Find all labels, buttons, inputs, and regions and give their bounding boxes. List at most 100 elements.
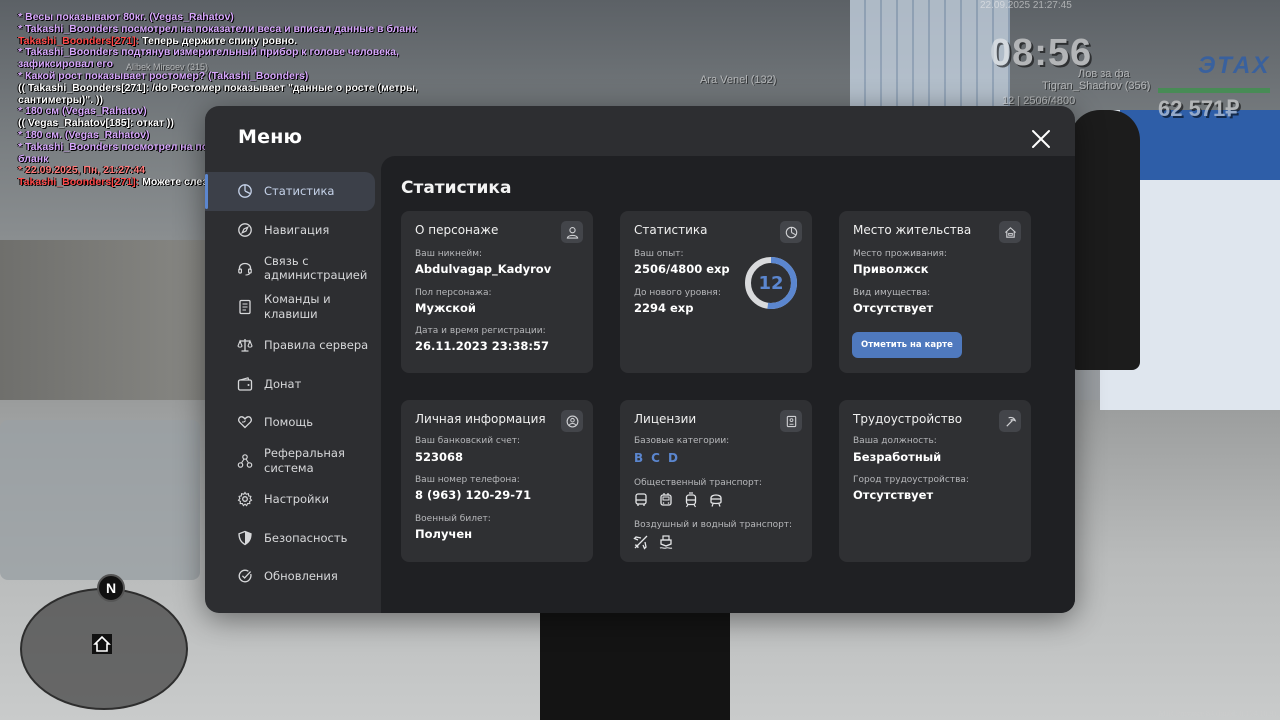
public-transport-icons	[633, 492, 724, 508]
sidebar-item-label: Правила сервера	[264, 338, 369, 352]
menu-title: Меню	[238, 126, 303, 148]
sidebar-item-stats[interactable]: Статистика	[205, 172, 375, 211]
sidebar-item-check-circle[interactable]: Обновления	[205, 557, 381, 596]
network-icon	[237, 453, 253, 469]
card-title: Трудоустройство	[853, 412, 963, 426]
scene-counter	[1100, 110, 1280, 410]
id-card-icon	[780, 410, 802, 432]
sidebar-item-headset[interactable]: Связь с администрацией	[205, 249, 381, 288]
scene-bench	[0, 420, 200, 580]
character-card: О персонаже Ваш никнейм: Abdulvagap_Kady…	[401, 211, 593, 373]
sidebar-item-label: Связь с администрацией	[264, 253, 368, 283]
sidebar-item-label: Обновления	[264, 569, 338, 583]
work-city-value: Отсутствует	[853, 488, 934, 502]
sidebar-item-label: Помощь	[264, 415, 314, 429]
house-icon	[92, 634, 112, 654]
page-title: Статистика	[401, 178, 512, 198]
trolleybus-icon	[658, 492, 674, 508]
sidebar-item-label: Статистика	[264, 184, 335, 198]
employment-card: Трудоустройство Ваша должность: Безработ…	[839, 400, 1031, 562]
card-title: Лицензии	[634, 412, 697, 426]
registration-label: Дата и время регистрации:	[415, 326, 546, 336]
sidebar-item-heart-hand[interactable]: Помощь	[205, 403, 381, 442]
card-title: Статистика	[634, 223, 708, 237]
exp-label: Ваш опыт:	[634, 249, 684, 259]
sidebar-item-network[interactable]: Реферальная система	[205, 442, 381, 481]
registration-value: 26.11.2023 23:38:57	[415, 339, 549, 353]
property-value: Отсутствует	[853, 301, 934, 315]
sidebar-item-label: Навигация	[264, 222, 330, 237]
sidebar-item-document[interactable]: Команды и клавиши	[205, 288, 381, 327]
card-title: О персонаже	[415, 223, 499, 237]
user-icon	[561, 221, 583, 243]
sidebar-item-label: Реферальная система	[264, 446, 345, 475]
check-circle-icon	[237, 568, 253, 584]
card-title: Место жительства	[853, 223, 972, 237]
base-categories-value: BCD	[634, 451, 686, 465]
heart-hand-icon	[237, 414, 253, 430]
sidebar-item-wallet[interactable]: Донат	[205, 365, 381, 404]
health-bar	[1158, 88, 1270, 93]
stats-icon	[237, 183, 253, 199]
personal-info-card: Личная информация Ваш банковский счет: 5…	[401, 400, 593, 562]
nametag: Ara Venel (132)	[700, 74, 777, 86]
gender-value: Мужской	[415, 301, 476, 315]
tram-icon	[683, 492, 699, 508]
scene-player-character	[540, 600, 730, 720]
headset-icon	[237, 260, 253, 276]
military-id-label: Военный билет:	[415, 514, 491, 524]
sidebar-item-label: Настройки	[264, 492, 329, 506]
nametag: Лов за фа	[1078, 68, 1130, 80]
bank-account-value: 523068	[415, 450, 464, 464]
phone-label: Ваш номер телефона:	[415, 475, 520, 485]
minimap-north-icon: N	[97, 574, 125, 602]
phone-value: 8 (963) 120-29-71	[415, 488, 532, 502]
boat-icon	[658, 534, 674, 550]
gear-icon	[237, 491, 253, 507]
sidebar-item-label: Безопасность	[264, 530, 348, 545]
chat-line: * Какой рост показывает ростомер? (Takas…	[18, 69, 309, 82]
shield-icon	[237, 530, 253, 546]
public-transport-label: Общественный транспорт:	[634, 478, 762, 488]
residence-place-label: Место проживания:	[853, 249, 947, 259]
home-icon	[999, 221, 1021, 243]
nametag: Alibek Mirsoev (315)	[126, 62, 209, 72]
property-label: Вид имущества:	[853, 288, 931, 298]
sidebar-item-shield[interactable]: Безопасность	[205, 519, 381, 558]
bank-account-label: Ваш банковский счет:	[415, 436, 521, 446]
mark-on-map-button[interactable]: Отметить на карте	[852, 332, 962, 358]
next-level-value: 2294 exp	[634, 301, 694, 315]
next-level-label: До нового уровня:	[634, 288, 721, 298]
close-icon[interactable]	[1031, 129, 1051, 149]
nickname-label: Ваш никнейм:	[415, 249, 483, 259]
metro-icon	[708, 492, 724, 508]
base-categories-label: Базовые категории:	[634, 436, 730, 446]
military-id-value: Получен	[415, 527, 473, 541]
content-panel: Статистика О персонаже Ваш никнейм: Abdu…	[381, 156, 1075, 613]
pickaxe-icon	[999, 410, 1021, 432]
nametag: Tigran_Shachov (356)	[1042, 80, 1151, 92]
exp-value: 2506/4800 exp	[634, 262, 730, 276]
level-number: 12	[758, 272, 784, 294]
airplane-icon	[633, 534, 649, 550]
sidebar-item-label: Донат	[264, 376, 302, 391]
position-value: Безработный	[853, 450, 942, 464]
work-city-label: Город трудоустройства:	[853, 475, 969, 485]
hud-clock: 08:56	[990, 32, 1093, 74]
chat-line: (( Takashi_Boonders[271]: /do Ростомер п…	[18, 81, 421, 106]
card-title: Личная информация	[415, 412, 546, 426]
air-water-transport-label: Воздушный и водный транспорт:	[634, 520, 793, 530]
sidebar-item-gear[interactable]: Настройки	[205, 480, 381, 519]
build-info: MIR Province 84 (build: 0.174.10.9)	[1158, 709, 1276, 718]
sidebar-item-compass[interactable]: Навигация	[205, 211, 381, 250]
sidebar-item-label: Команды и клавиши	[264, 292, 331, 321]
wallet-icon	[237, 376, 253, 392]
bus-icon	[633, 492, 649, 508]
scene-npc	[1070, 110, 1140, 370]
user-circle-icon	[561, 410, 583, 432]
licenses-card: Лицензии Базовые категории: BCD Обществе…	[620, 400, 812, 562]
pie-chart-icon	[780, 221, 802, 243]
sidebar-item-scales[interactable]: Правила сервера	[205, 326, 381, 365]
compass-icon	[237, 222, 253, 238]
stats-card: Статистика Ваш опыт: 2506/4800 exp До но…	[620, 211, 812, 373]
